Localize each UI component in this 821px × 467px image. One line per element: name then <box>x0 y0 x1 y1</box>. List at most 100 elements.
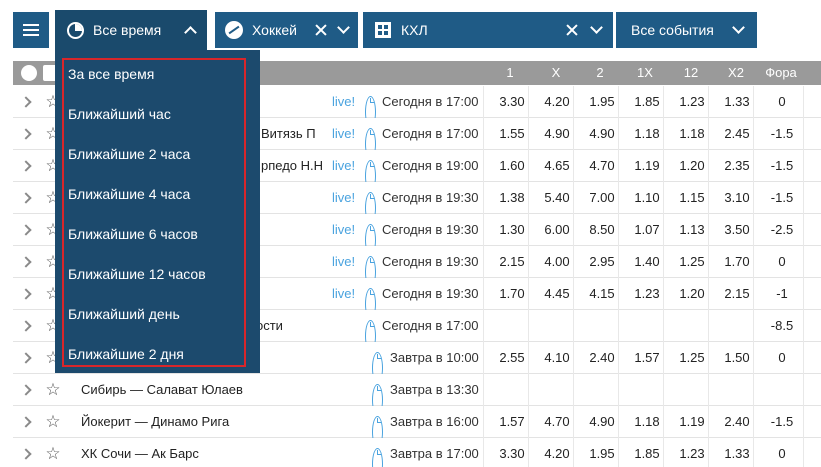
odds-cell[interactable]: -1.5 <box>762 150 802 182</box>
odds-cell[interactable]: 4.90 <box>585 118 619 150</box>
odds-cell[interactable]: 1.18 <box>675 118 709 150</box>
odds-cell[interactable]: 4.15 <box>585 278 619 310</box>
odds-cell[interactable]: 1.60 <box>495 150 529 182</box>
odds-cell[interactable] <box>762 374 802 406</box>
odds-cell[interactable]: -1.5 <box>762 406 802 438</box>
odds-cell[interactable] <box>495 374 529 406</box>
odds-cell[interactable]: 1.23 <box>675 438 709 467</box>
odds-cell[interactable]: 4.45 <box>540 278 574 310</box>
odds-cell[interactable]: 1.55 <box>495 118 529 150</box>
odds-cell[interactable]: 1.18 <box>630 118 664 150</box>
odds-cell[interactable]: 1.70 <box>495 278 529 310</box>
odds-cell[interactable] <box>675 374 709 406</box>
dropdown-item-next-2-days[interactable]: Ближайшие 2 дня <box>68 342 248 366</box>
odds-cell[interactable]: 2.95 <box>585 246 619 278</box>
odds-cell[interactable]: 4.70 <box>540 406 574 438</box>
odds-cell[interactable] <box>675 310 709 342</box>
odds-cell[interactable]: 4.10 <box>540 342 574 374</box>
col-header-1[interactable]: 1 <box>495 61 525 85</box>
live-badge[interactable]: live! <box>332 182 355 214</box>
clear-sport-icon[interactable] <box>315 24 327 36</box>
match-teams[interactable]: Сибирь — Салават Юлаев <box>81 374 331 406</box>
odds-cell[interactable]: 1.25 <box>675 342 709 374</box>
table-row[interactable]: ☆ Сибирь — Салават Юлаев Завтра в 13:30 <box>13 374 821 416</box>
chevron-right-icon[interactable] <box>19 374 33 406</box>
league-filter-button[interactable]: КХЛ <box>363 12 613 48</box>
odds-cell[interactable] <box>585 310 619 342</box>
odds-cell[interactable]: -2.5 <box>762 214 802 246</box>
dropdown-item-next-hour[interactable]: Ближайший час <box>68 102 248 126</box>
odds-cell[interactable]: 1.70 <box>720 246 754 278</box>
odds-cell[interactable]: 1.50 <box>720 342 754 374</box>
odds-cell[interactable]: 1.85 <box>630 438 664 467</box>
odds-cell[interactable]: 1.30 <box>495 214 529 246</box>
odds-cell[interactable]: 1.20 <box>675 278 709 310</box>
favorite-star-icon[interactable]: ☆ <box>45 438 61 467</box>
odds-cell[interactable]: 2.40 <box>720 406 754 438</box>
odds-cell[interactable] <box>495 310 529 342</box>
odds-cell[interactable]: 0 <box>762 86 802 118</box>
odds-cell[interactable]: 1.40 <box>630 246 664 278</box>
odds-cell[interactable]: 1.57 <box>495 406 529 438</box>
odds-cell[interactable]: 1.19 <box>675 406 709 438</box>
chevron-right-icon[interactable] <box>19 278 33 310</box>
odds-cell[interactable]: 1.10 <box>630 182 664 214</box>
odds-cell[interactable]: 3.30 <box>495 86 529 118</box>
odds-cell[interactable]: 4.90 <box>585 406 619 438</box>
odds-cell[interactable]: 3.30 <box>495 438 529 467</box>
chevron-right-icon[interactable] <box>19 342 33 374</box>
clear-league-icon[interactable] <box>566 24 578 36</box>
col-header-1x[interactable]: 1X <box>630 61 660 85</box>
chevron-right-icon[interactable] <box>19 438 33 467</box>
odds-cell[interactable]: 7.00 <box>585 182 619 214</box>
events-filter-button[interactable]: Все события <box>616 12 757 48</box>
match-teams[interactable]: Йокерит — Динамо Рига <box>81 406 331 438</box>
chevron-right-icon[interactable] <box>19 406 33 438</box>
live-badge[interactable]: live! <box>332 214 355 246</box>
odds-cell[interactable]: 4.70 <box>585 150 619 182</box>
odds-cell[interactable]: 0 <box>762 438 802 467</box>
favorite-star-icon[interactable]: ☆ <box>45 406 61 438</box>
dropdown-item-next-4-hours[interactable]: Ближайшие 4 часа <box>68 182 248 206</box>
odds-cell[interactable]: 1.95 <box>585 438 619 467</box>
odds-cell[interactable]: 3.50 <box>720 214 754 246</box>
chevron-right-icon[interactable] <box>19 310 33 342</box>
match-teams[interactable]: ХК Сочи — Ак Барс <box>81 438 331 467</box>
odds-cell[interactable]: 1.07 <box>630 214 664 246</box>
odds-cell[interactable]: 2.15 <box>495 246 529 278</box>
odds-cell[interactable]: 0 <box>762 246 802 278</box>
odds-cell[interactable]: -1.5 <box>762 182 802 214</box>
odds-cell[interactable]: 3.10 <box>720 182 754 214</box>
odds-cell[interactable]: 1.33 <box>720 438 754 467</box>
live-badge[interactable]: live! <box>332 86 355 118</box>
table-row[interactable]: ☆ Йокерит — Динамо Рига Завтра в 16:00 1.57… <box>13 406 821 448</box>
time-filter-button[interactable]: Все время <box>55 10 207 50</box>
odds-cell[interactable]: 4.90 <box>540 118 574 150</box>
odds-cell[interactable]: 2.40 <box>585 342 619 374</box>
odds-cell[interactable]: 1.25 <box>675 246 709 278</box>
favorite-star-icon[interactable]: ☆ <box>45 374 61 406</box>
dropdown-item-all-time[interactable]: За все время <box>68 62 248 86</box>
col-header-x[interactable]: X <box>541 61 571 85</box>
odds-cell[interactable] <box>540 374 574 406</box>
live-badge[interactable]: live! <box>332 278 355 310</box>
dropdown-item-next-12-hours[interactable]: Ближайшие 12 часов <box>68 262 248 286</box>
chevron-right-icon[interactable] <box>19 86 33 118</box>
odds-cell[interactable]: 2.55 <box>495 342 529 374</box>
odds-cell[interactable]: 4.00 <box>540 246 574 278</box>
odds-cell[interactable]: 1.13 <box>675 214 709 246</box>
chevron-right-icon[interactable] <box>19 150 33 182</box>
odds-cell[interactable]: -8.5 <box>762 310 802 342</box>
chevron-right-icon[interactable] <box>19 246 33 278</box>
odds-cell[interactable] <box>585 374 619 406</box>
odds-cell[interactable] <box>630 374 664 406</box>
sport-filter-button[interactable]: Хоккей <box>215 12 358 48</box>
odds-cell[interactable]: 1.85 <box>630 86 664 118</box>
odds-cell[interactable] <box>540 310 574 342</box>
col-header-2[interactable]: 2 <box>585 61 615 85</box>
odds-cell[interactable] <box>720 310 754 342</box>
col-header-x2[interactable]: X2 <box>721 61 751 85</box>
odds-cell[interactable] <box>630 310 664 342</box>
dropdown-item-next-day[interactable]: Ближайший день <box>68 302 248 326</box>
live-badge[interactable]: live! <box>332 118 355 150</box>
